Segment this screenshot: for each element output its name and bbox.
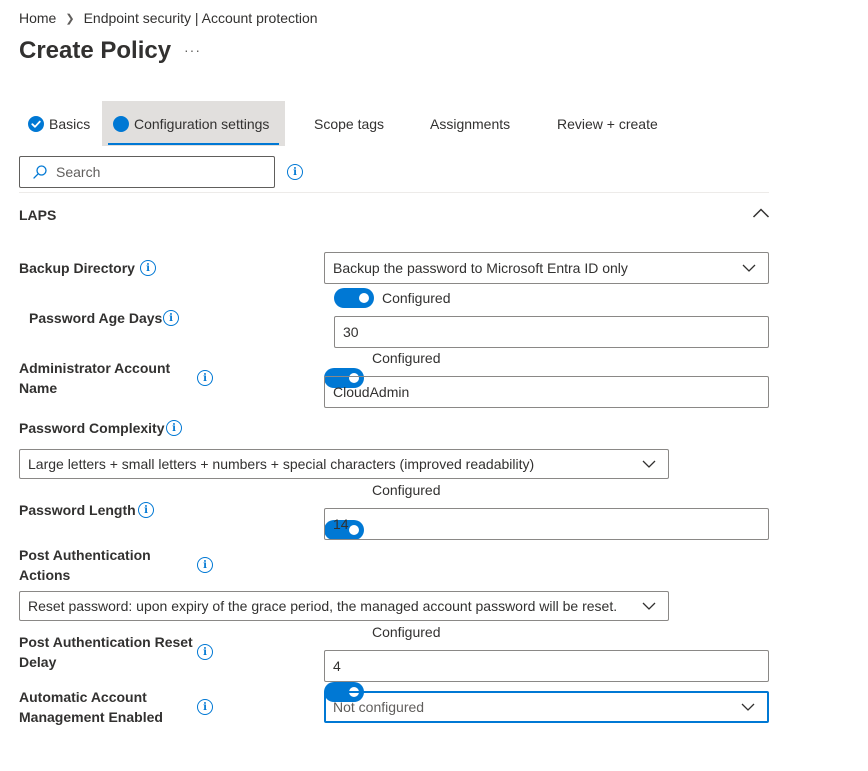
password-complexity-dropdown[interactable]: Large letters + small letters + numbers …: [19, 449, 669, 479]
tab-label: Scope tags: [314, 115, 385, 132]
chevron-down-icon: [642, 602, 656, 610]
label-line: Post Authentication Reset: [19, 634, 193, 650]
search-placeholder: Search: [56, 164, 101, 180]
dropdown-value: Reset password: upon expiry of the grace…: [28, 598, 618, 614]
chevron-down-icon: [742, 264, 756, 272]
toggle-label: Configured: [372, 482, 441, 498]
breadcrumb-home[interactable]: Home: [19, 10, 56, 26]
progress-dot-icon: [113, 115, 129, 132]
tab-label: Basics: [49, 115, 91, 132]
post-auth-actions-dropdown[interactable]: Reset password: upon expiry of the grace…: [19, 591, 669, 621]
input-value: 14: [333, 516, 349, 532]
setting-label: Backup Directory: [19, 260, 135, 276]
password-length-input[interactable]: 14: [324, 508, 769, 540]
tab-scope-tags[interactable]: Scope tags: [314, 101, 384, 146]
divider: [19, 192, 769, 193]
chevron-up-icon[interactable]: [752, 206, 770, 220]
search-icon: [33, 165, 47, 179]
dropdown-value: Not configured: [333, 699, 425, 715]
toggle-label: Configured: [372, 350, 441, 366]
tab-configuration-settings[interactable]: Configuration settings: [102, 101, 285, 146]
setting-label: Post Authentication Actions: [19, 545, 151, 585]
more-options-button[interactable]: ···: [184, 42, 201, 58]
setting-label: Password Complexity: [19, 420, 165, 436]
info-icon[interactable]: i: [163, 310, 179, 326]
backup-directory-dropdown[interactable]: Backup the password to Microsoft Entra I…: [324, 252, 769, 284]
label-line: Automatic Account: [19, 689, 147, 705]
label-line: Management Enabled: [19, 709, 163, 725]
info-icon[interactable]: i: [166, 420, 182, 436]
dropdown-value: Large letters + small letters + numbers …: [28, 456, 535, 472]
input-value: CloudAdmin: [333, 384, 410, 400]
post-auth-reset-delay-input[interactable]: 4: [324, 650, 769, 682]
auto-account-management-dropdown[interactable]: Not configured: [324, 691, 769, 723]
breadcrumb-separator-icon: ❯: [65, 12, 75, 25]
tab-review-create[interactable]: Review + create: [557, 101, 658, 146]
setting-label: Automatic Account Management Enabled: [19, 687, 163, 727]
chevron-down-icon: [741, 703, 755, 711]
chevron-down-icon: [642, 460, 656, 468]
toggle-label: Configured: [382, 290, 451, 306]
configured-toggle[interactable]: [334, 288, 374, 308]
input-value: 30: [343, 324, 359, 340]
section-title: LAPS: [19, 207, 57, 223]
password-age-days-input[interactable]: 30: [334, 316, 769, 348]
page-title: Create Policy: [19, 37, 172, 64]
info-icon[interactable]: i: [138, 502, 154, 518]
breadcrumb-current[interactable]: Endpoint security | Account protection: [84, 10, 318, 26]
info-icon[interactable]: i: [140, 260, 156, 276]
check-circle-icon: [28, 115, 44, 132]
toggle-label: Configured: [372, 624, 441, 640]
setting-label: Post Authentication Reset Delay: [19, 632, 193, 672]
setting-label: Password Length: [19, 502, 136, 518]
search-input[interactable]: Search: [19, 156, 275, 188]
info-icon[interactable]: i: [197, 370, 213, 386]
tab-label: Configuration settings: [134, 115, 270, 132]
breadcrumb: Home ❯ Endpoint security | Account prote…: [19, 10, 318, 26]
info-icon[interactable]: i: [197, 644, 213, 660]
info-icon[interactable]: i: [197, 699, 213, 715]
input-value: 4: [333, 658, 341, 674]
setting-label: Password Age Days: [29, 310, 163, 326]
label-line: Administrator Account: [19, 360, 171, 376]
label-line: Post Authentication: [19, 547, 151, 563]
info-icon[interactable]: i: [287, 164, 303, 180]
label-line: Name: [19, 380, 58, 396]
info-icon[interactable]: i: [197, 557, 213, 573]
dropdown-value: Backup the password to Microsoft Entra I…: [333, 260, 628, 276]
label-line: Delay: [19, 654, 57, 670]
setting-label: Administrator Account Name: [19, 358, 170, 398]
tab-label: Assignments: [430, 115, 511, 132]
label-line: Actions: [19, 567, 71, 583]
active-tab-indicator: [108, 143, 279, 145]
tab-label: Review + create: [557, 115, 658, 132]
admin-account-name-input[interactable]: CloudAdmin: [324, 376, 769, 408]
tab-assignments[interactable]: Assignments: [430, 101, 510, 146]
tab-basics[interactable]: Basics: [19, 101, 97, 146]
